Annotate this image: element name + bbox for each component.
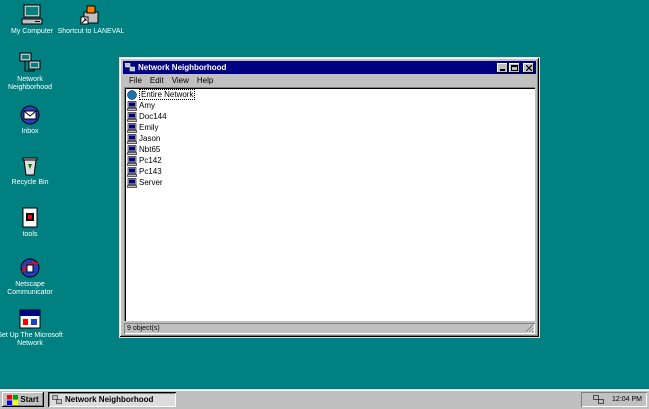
computer-icon — [127, 166, 137, 177]
inbox-icon — [20, 105, 40, 125]
desktop-icon-label: Netscape Communicator — [7, 281, 53, 296]
shortcut-laneval-icon — [80, 5, 99, 25]
desktop-icon-shortcut-laneval[interactable]: Shortcut to LANEVAL — [56, 4, 126, 36]
list-item-label: Jason — [139, 134, 161, 143]
computer-icon — [127, 111, 137, 122]
menu-file[interactable]: File — [129, 76, 142, 85]
netscape-icon — [20, 258, 40, 278]
list-item-label: Doc144 — [139, 112, 167, 121]
taskbar-button-network-neighborhood[interactable]: Network Neighborhood — [48, 392, 176, 407]
desktop-icon-label: Inbox — [21, 128, 39, 135]
desktop-icon-network-neighborhood[interactable]: Network Neighborhood — [0, 52, 65, 92]
menu-help[interactable]: Help — [197, 76, 213, 85]
list-item-entire-network[interactable]: Entire Network — [127, 89, 196, 100]
computer-icon — [127, 155, 137, 166]
list-item-label: Entire Network — [139, 89, 196, 100]
msn-icon — [19, 309, 41, 329]
start-button[interactable]: Start — [2, 392, 44, 407]
minimize-button[interactable] — [497, 62, 508, 73]
recycle-bin-icon — [22, 157, 38, 176]
windows-logo-icon — [7, 394, 19, 405]
network-neighborhood-window[interactable]: Network Neighborhood File Edit View Help — [119, 57, 540, 338]
desktop-icon-label: Shortcut to LANEVAL — [57, 28, 125, 35]
list-item[interactable]: Emily — [127, 122, 159, 133]
status-text: 9 object(s) — [127, 325, 160, 332]
resize-grip-icon[interactable] — [525, 324, 534, 333]
desktop-icon-inbox[interactable]: Inbox — [0, 104, 65, 136]
menu-edit[interactable]: Edit — [150, 76, 164, 85]
list-item[interactable]: Jason — [127, 133, 160, 144]
desktop-icon-recycle-bin[interactable]: Recycle Bin — [0, 155, 65, 187]
minimize-icon — [499, 68, 505, 71]
list-item-label: Pc143 — [139, 167, 162, 176]
network-neighborhood-icon — [19, 52, 41, 72]
close-button[interactable] — [523, 62, 534, 73]
list-item[interactable]: Nbt65 — [127, 144, 160, 155]
status-bar: 9 object(s) — [124, 323, 535, 334]
system-tray: 12:04 PM — [581, 392, 647, 407]
tools-icon — [22, 207, 38, 228]
window-title: Network Neighborhood — [138, 63, 227, 72]
menu-bar: File Edit View Help — [123, 75, 536, 86]
file-list[interactable]: Entire Network Amy Doc144 Emily Jason Nb… — [124, 87, 535, 321]
my-computer-icon — [21, 4, 43, 25]
network-neighborhood-icon — [125, 63, 135, 72]
taskbar: Start Network Neighborhood 12:04 PM — [0, 389, 649, 409]
menu-view[interactable]: View — [172, 76, 189, 85]
desktop-icon-label: Recycle Bin — [11, 179, 49, 186]
network-tray-icon[interactable] — [593, 395, 604, 404]
desktop-icon-label: tools — [22, 231, 38, 238]
computer-icon — [127, 100, 137, 111]
computer-icon — [127, 144, 137, 155]
list-item-label: Emily — [139, 123, 159, 132]
network-neighborhood-icon — [52, 395, 62, 404]
desktop: My Computer Shortcut to LANEVAL Network … — [0, 0, 649, 389]
clock[interactable]: 12:04 PM — [612, 396, 642, 403]
taskbar-button-label: Network Neighborhood — [65, 395, 154, 404]
start-label: Start — [20, 395, 39, 404]
maximize-button[interactable] — [509, 62, 520, 73]
list-item[interactable]: Doc144 — [127, 111, 167, 122]
desktop-icon-msn[interactable]: Set Up The Microsoft Network — [0, 308, 65, 348]
globe-icon — [127, 89, 137, 100]
desktop-icon-label: Set Up The Microsoft Network — [0, 332, 63, 347]
desktop-icon-netscape[interactable]: Netscape Communicator — [0, 257, 65, 297]
close-icon — [525, 64, 532, 71]
list-item[interactable]: Amy — [127, 100, 155, 111]
desktop-icon-label: Network Neighborhood — [8, 76, 52, 91]
list-item-label: Server — [139, 178, 163, 187]
maximize-icon — [511, 64, 518, 71]
list-item[interactable]: Pc142 — [127, 155, 162, 166]
list-item[interactable]: Pc143 — [127, 166, 162, 177]
computer-icon — [127, 122, 137, 133]
window-titlebar[interactable]: Network Neighborhood — [123, 61, 536, 74]
desktop-icon-tools[interactable]: tools — [0, 207, 65, 239]
list-item-label: Nbt65 — [139, 145, 161, 154]
computer-icon — [127, 133, 137, 144]
computer-icon — [127, 177, 137, 188]
list-item-label: Amy — [139, 101, 155, 110]
list-item-label: Pc142 — [139, 156, 162, 165]
list-item[interactable]: Server — [127, 177, 163, 188]
